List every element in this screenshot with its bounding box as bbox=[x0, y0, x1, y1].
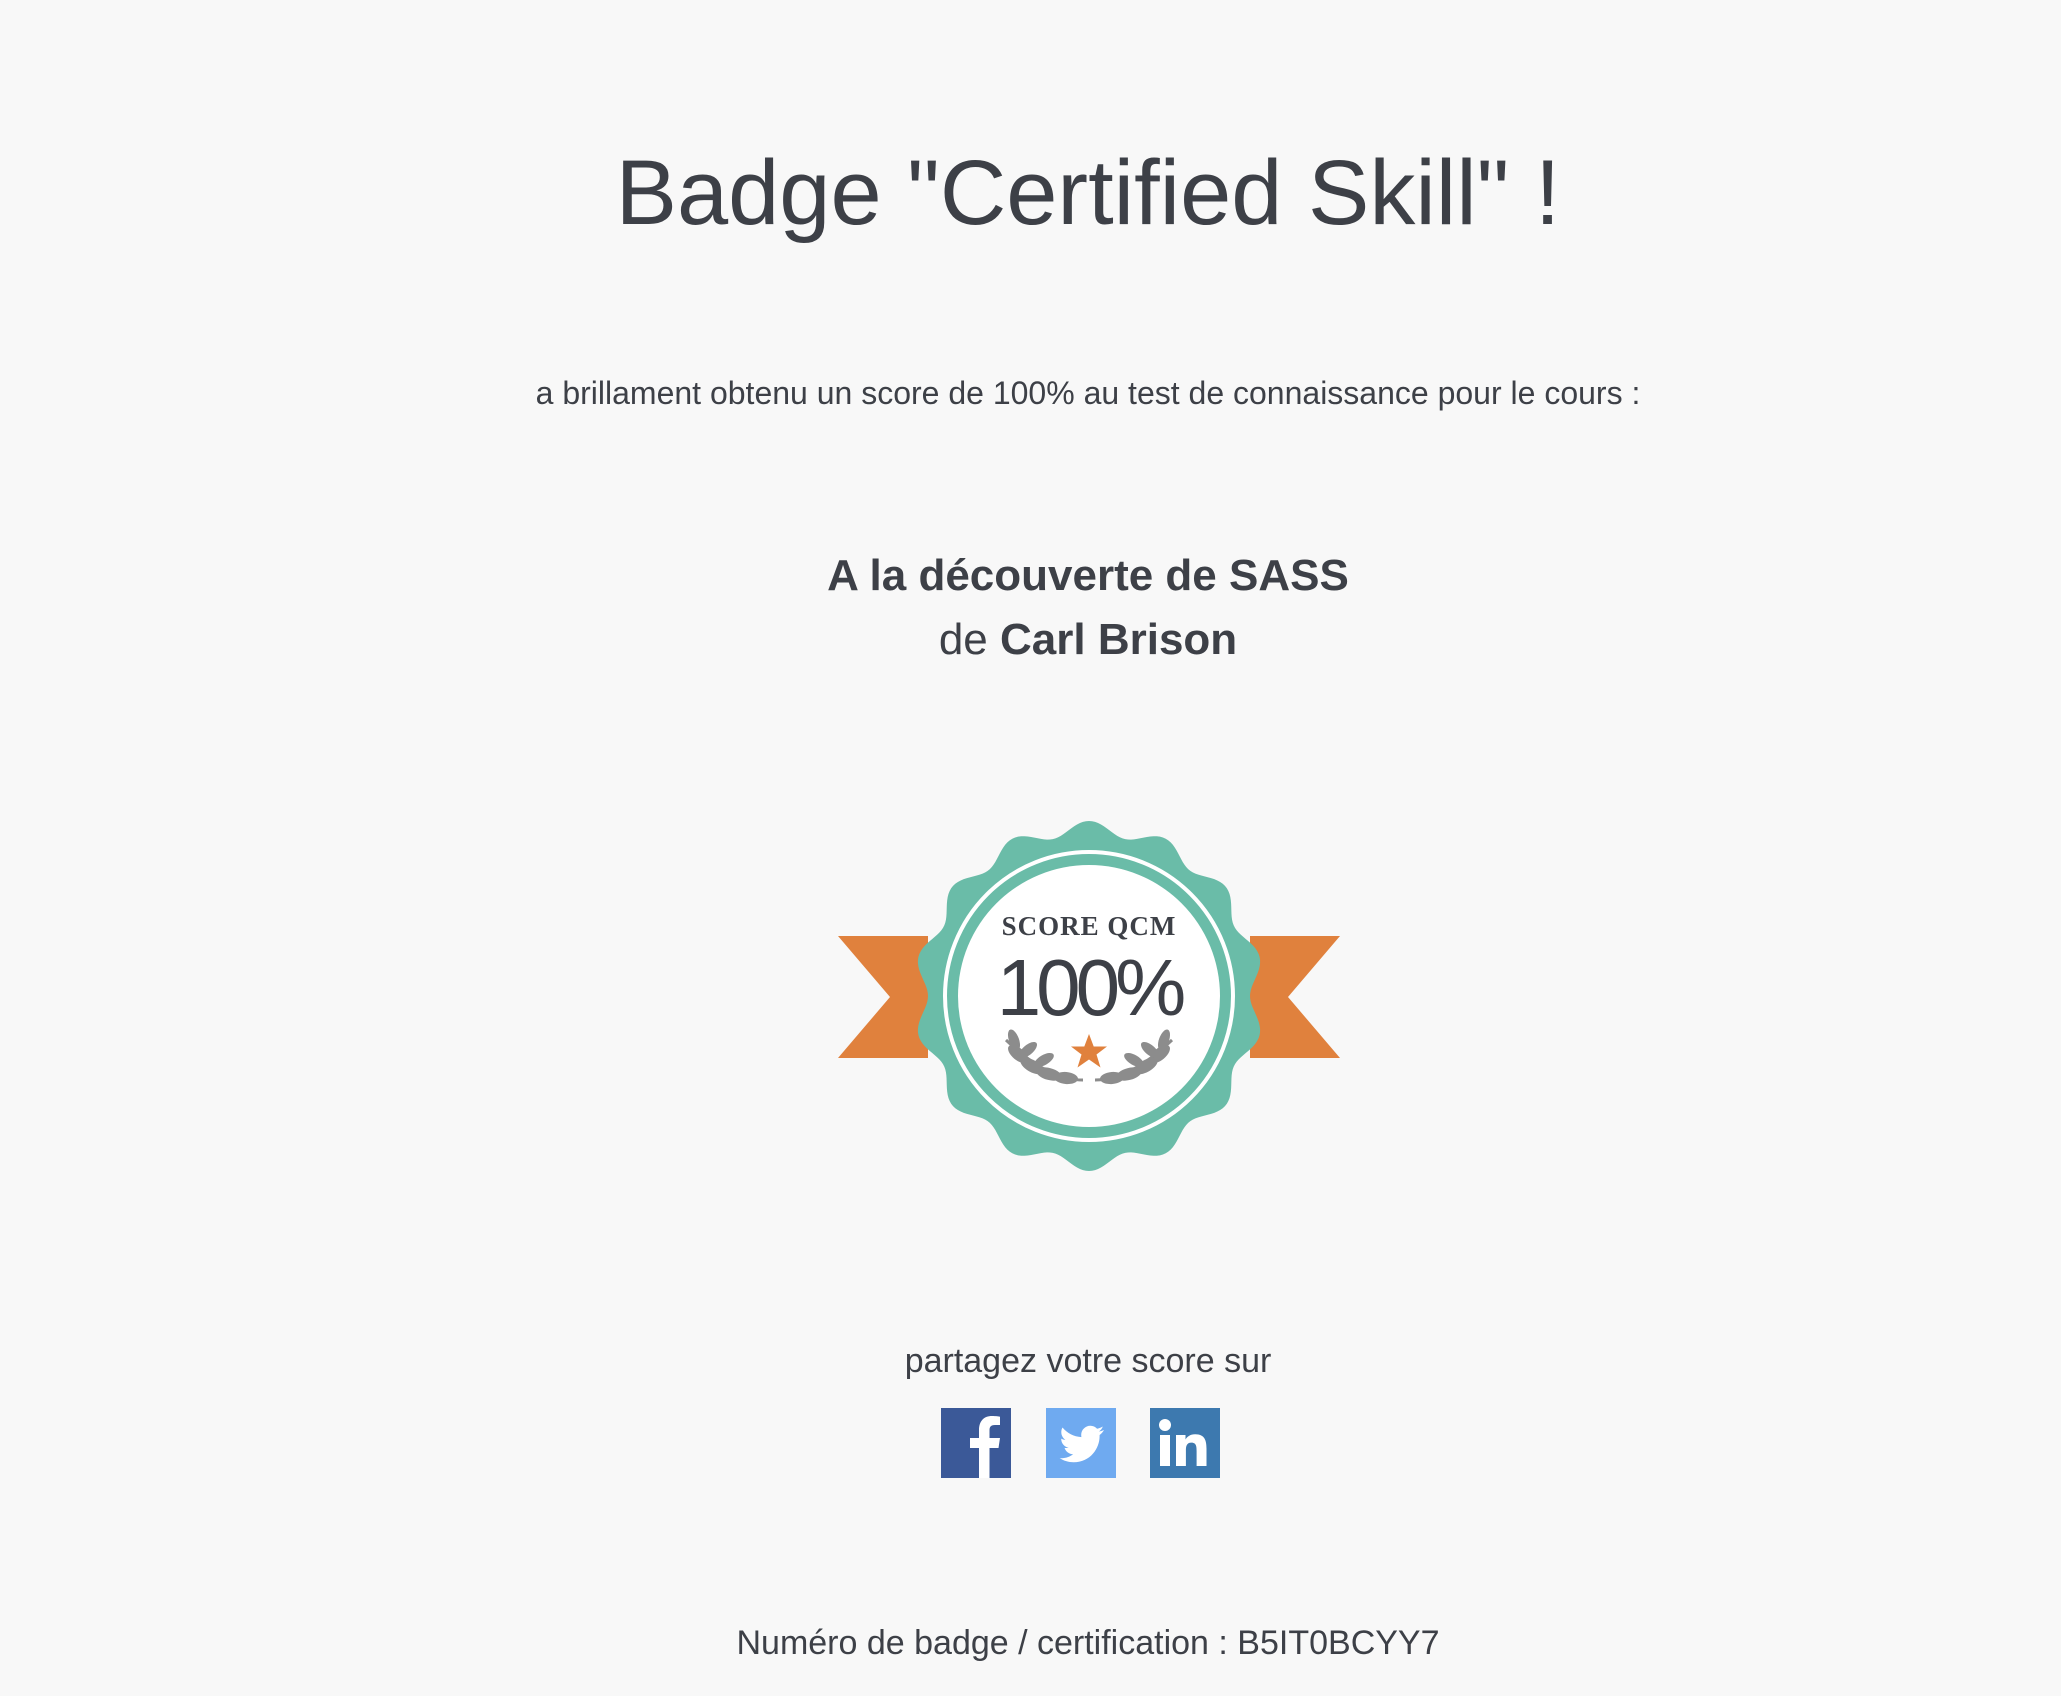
page-title: Badge "Certified Skill" ! bbox=[615, 142, 1561, 244]
course-author: Carl Brison bbox=[1000, 615, 1238, 664]
linkedin-icon bbox=[1159, 1419, 1207, 1466]
certificate-page: Badge "Certified Skill" ! a brillament o… bbox=[0, 0, 2061, 1696]
course-author-line: de Carl Brison bbox=[0, 612, 2061, 668]
ribbon-left bbox=[838, 936, 928, 1058]
facebook-icon bbox=[970, 1416, 1000, 1478]
badge-number: Numéro de badge / certification : B5IT0B… bbox=[736, 1624, 1440, 1662]
badge-label: SCORE QCM bbox=[1002, 911, 1177, 941]
linkedin-share-button[interactable] bbox=[1150, 1408, 1220, 1478]
course-title: A la découverte de SASS bbox=[827, 551, 1349, 600]
author-prefix: de bbox=[938, 615, 988, 664]
facebook-share-button[interactable] bbox=[941, 1408, 1011, 1478]
twitter-icon bbox=[1059, 1425, 1104, 1463]
share-label: partagez votre score sur bbox=[904, 1342, 1272, 1380]
twitter-share-button[interactable] bbox=[1046, 1408, 1116, 1478]
score-badge: SCORE QCM 100% bbox=[838, 821, 1340, 1171]
badge-score: 100% bbox=[997, 943, 1184, 1032]
intro-text: a brillament obtenu un score de 100% au … bbox=[535, 375, 1641, 411]
ribbon-right bbox=[1250, 936, 1340, 1058]
